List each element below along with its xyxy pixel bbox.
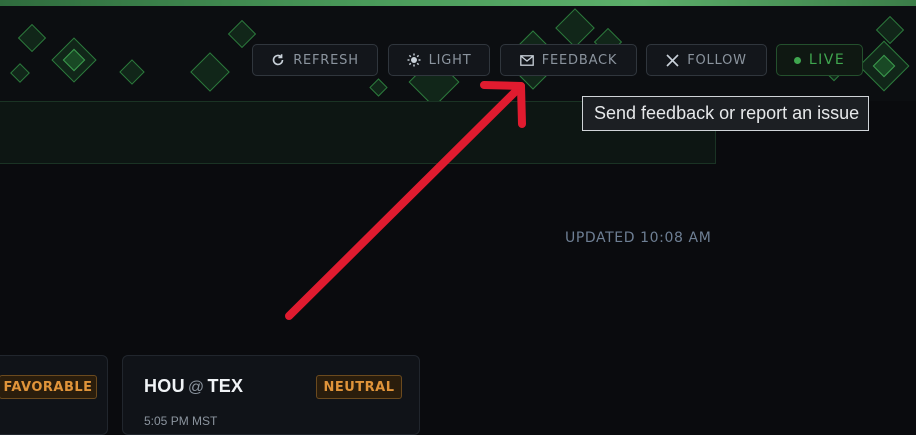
last-updated-text: UPDATED 10:08 AM xyxy=(565,230,712,246)
theme-toggle-button[interactable]: LIGHT xyxy=(388,44,490,76)
refresh-button[interactable]: REFRESH xyxy=(252,44,378,76)
refresh-icon xyxy=(271,53,285,67)
feedback-button-label: FEEDBACK xyxy=(541,52,618,68)
theme-toggle-label: LIGHT xyxy=(428,52,472,68)
status-badge: FAVORABLE xyxy=(0,375,97,399)
status-badge: NEUTRAL xyxy=(316,375,402,399)
decorative-diamond xyxy=(875,15,905,45)
decorative-diamond xyxy=(555,8,595,48)
at-separator: @ xyxy=(187,379,205,396)
away-team: HOU xyxy=(144,376,185,396)
game-card[interactable]: HOU @ TEX NEUTRAL 5:05 PM MST xyxy=(122,355,420,435)
decorative-diamond xyxy=(17,23,47,53)
decorative-diamond xyxy=(190,52,230,92)
refresh-button-label: REFRESH xyxy=(293,52,359,68)
live-dot-icon xyxy=(793,56,801,64)
follow-button[interactable]: FOLLOW xyxy=(646,44,767,76)
matchup-title: HOU @ TEX xyxy=(144,376,243,397)
feedback-tooltip: Send feedback or report an issue xyxy=(582,96,869,131)
decorative-diamond xyxy=(119,59,145,85)
feedback-button[interactable]: FEEDBACK xyxy=(500,44,637,76)
follow-button-label: FOLLOW xyxy=(687,52,747,68)
x-logo-icon xyxy=(666,53,679,67)
header-bar: REFRESH LIGHT FEEDBACK FOLLOW LIVE xyxy=(0,6,916,108)
decorative-diamond xyxy=(227,19,257,49)
game-card[interactable]: FAVORABLE xyxy=(0,355,108,435)
home-team: TEX xyxy=(207,376,244,396)
game-time: 5:05 PM MST xyxy=(144,414,218,428)
live-status-button[interactable]: LIVE xyxy=(776,44,863,76)
sun-icon xyxy=(407,53,421,67)
decorative-diamond xyxy=(369,78,388,97)
live-status-label: LIVE xyxy=(808,52,846,68)
decorative-diamond xyxy=(10,63,30,83)
envelope-icon xyxy=(519,54,534,66)
